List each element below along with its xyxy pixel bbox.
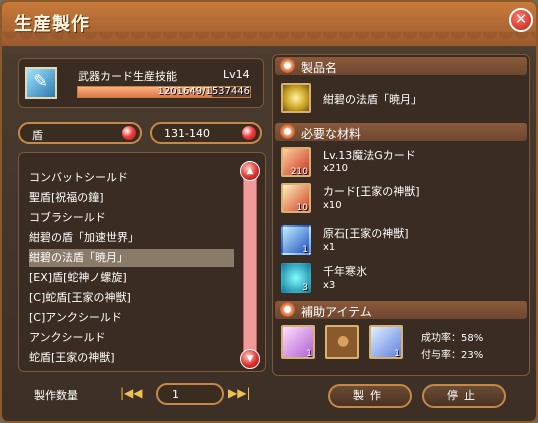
list-item[interactable]: [EX]盾[蛇神ノ螺旋] [29, 269, 234, 287]
list-item[interactable]: [C]蛇盾[王家の神獣] [29, 289, 234, 307]
ice-icon: 3 [281, 263, 311, 293]
list-item[interactable]: [C]アンクシールド [29, 309, 234, 327]
material-count: x210 [323, 163, 349, 174]
material-name: 原石[王家の神獣] [323, 227, 409, 240]
material-count: x10 [323, 200, 342, 211]
quantity-increase-button[interactable]: ▶▶| [228, 386, 251, 400]
skill-exp-text: 1201649/1537446 [157, 86, 250, 97]
close-icon: ✕ [514, 10, 528, 28]
assist-header: 補助アイテム [301, 305, 372, 319]
category-value: 盾 [32, 129, 43, 142]
skill-name: 武器カード生産技能 [78, 70, 177, 83]
material-name: カード[王家の神獣] [323, 185, 420, 198]
flower-icon [280, 302, 295, 317]
window-title: 生産製作 [14, 14, 90, 35]
flower-icon [280, 124, 295, 139]
scroll-down-button[interactable]: ▼ [240, 349, 260, 369]
list-item[interactable]: コンバットシールド [29, 169, 234, 187]
product-section-header: 製品名 [275, 57, 527, 75]
dropdown-orb-icon [122, 126, 136, 140]
assist-section-header: 補助アイテム [275, 301, 527, 319]
quantity-value: 1 [172, 388, 179, 401]
details-panel: 製品名 紺碧の法盾「暁月」 必要な材料 210 Lv.13魔法Gカード x210… [272, 54, 530, 376]
list-item[interactable]: アンクシールド [29, 329, 234, 347]
list-item[interactable]: コブラシールド [29, 209, 234, 227]
owned-count: 1 [394, 349, 400, 359]
crystal-icon: 1 [281, 225, 311, 255]
recipe-list: コンバットシールド 聖盾[祝福の鐘] コブラシールド 紺碧の盾「加速世界」 紺碧… [18, 152, 266, 372]
list-item[interactable]: 聖盾[祝福の鐘] [29, 189, 234, 207]
material-count: x1 [323, 242, 336, 253]
paw-slot-icon[interactable]: ● [325, 325, 359, 359]
down-arrow-icon: ▼ [246, 354, 254, 364]
double-left-arrow-icon: |◀◀ [120, 386, 143, 400]
list-scrollbar[interactable] [243, 165, 257, 361]
magic-card-icon: 210 [281, 147, 311, 177]
list-item-selected[interactable]: 紺碧の法盾「暁月」 [29, 249, 234, 267]
scroll-up-button[interactable]: ▲ [240, 161, 260, 181]
product-name: 紺碧の法盾「暁月」 [323, 93, 422, 106]
bind-rate: 付与率：23% [421, 350, 484, 361]
product-header: 製品名 [301, 61, 338, 75]
skill-info-panel: 武器カード生産技能 Lv14 1201649/1537446 [18, 58, 264, 108]
card-icon: 10 [281, 183, 311, 213]
blue-crystal-icon[interactable]: 1 [369, 325, 403, 359]
production-window: 生産製作 ✕ 武器カード生産技能 Lv14 1201649/1537446 盾 … [0, 0, 538, 423]
quantity-label: 製作数量 [34, 389, 78, 402]
material-count: x3 [323, 280, 336, 291]
success-rate: 成功率：58% [421, 333, 484, 344]
owned-count: 10 [296, 203, 308, 213]
skill-level: Lv14 [223, 68, 250, 81]
list-item[interactable]: 蛇盾[王家の神獣] [29, 349, 234, 367]
quantity-input[interactable]: 1 [156, 383, 224, 405]
level-range-dropdown[interactable]: 131-140 [150, 122, 262, 144]
close-button[interactable]: ✕ [509, 8, 533, 32]
dropdown-orb-icon [242, 126, 256, 140]
material-name: 千年寒氷 [323, 265, 367, 278]
owned-count: 210 [290, 167, 308, 177]
list-item[interactable]: 紺碧の盾「加速世界」 [29, 229, 234, 247]
owned-count: 3 [302, 283, 308, 293]
quantity-decrease-button[interactable]: |◀◀ [120, 386, 143, 400]
flower-icon [280, 58, 295, 73]
owned-count: 1 [306, 349, 312, 359]
weapon-card-skill-icon [25, 67, 57, 99]
category-dropdown[interactable]: 盾 [18, 122, 142, 144]
double-right-arrow-icon: ▶▶| [228, 386, 251, 400]
level-range-value: 131-140 [164, 127, 210, 140]
pink-crystal-icon[interactable]: 1 [281, 325, 315, 359]
material-name: Lv.13魔法Gカード [323, 149, 416, 162]
skill-exp-bar: 1201649/1537446 [77, 86, 251, 98]
up-arrow-icon: ▲ [246, 166, 254, 176]
stop-button[interactable]: 停止 [422, 384, 506, 408]
shield-product-icon [281, 83, 311, 113]
materials-header: 必要な材料 [301, 127, 362, 141]
paw-icon: ● [337, 333, 350, 349]
materials-section-header: 必要な材料 [275, 123, 527, 141]
make-button[interactable]: 製作 [328, 384, 412, 408]
owned-count: 1 [302, 245, 308, 255]
